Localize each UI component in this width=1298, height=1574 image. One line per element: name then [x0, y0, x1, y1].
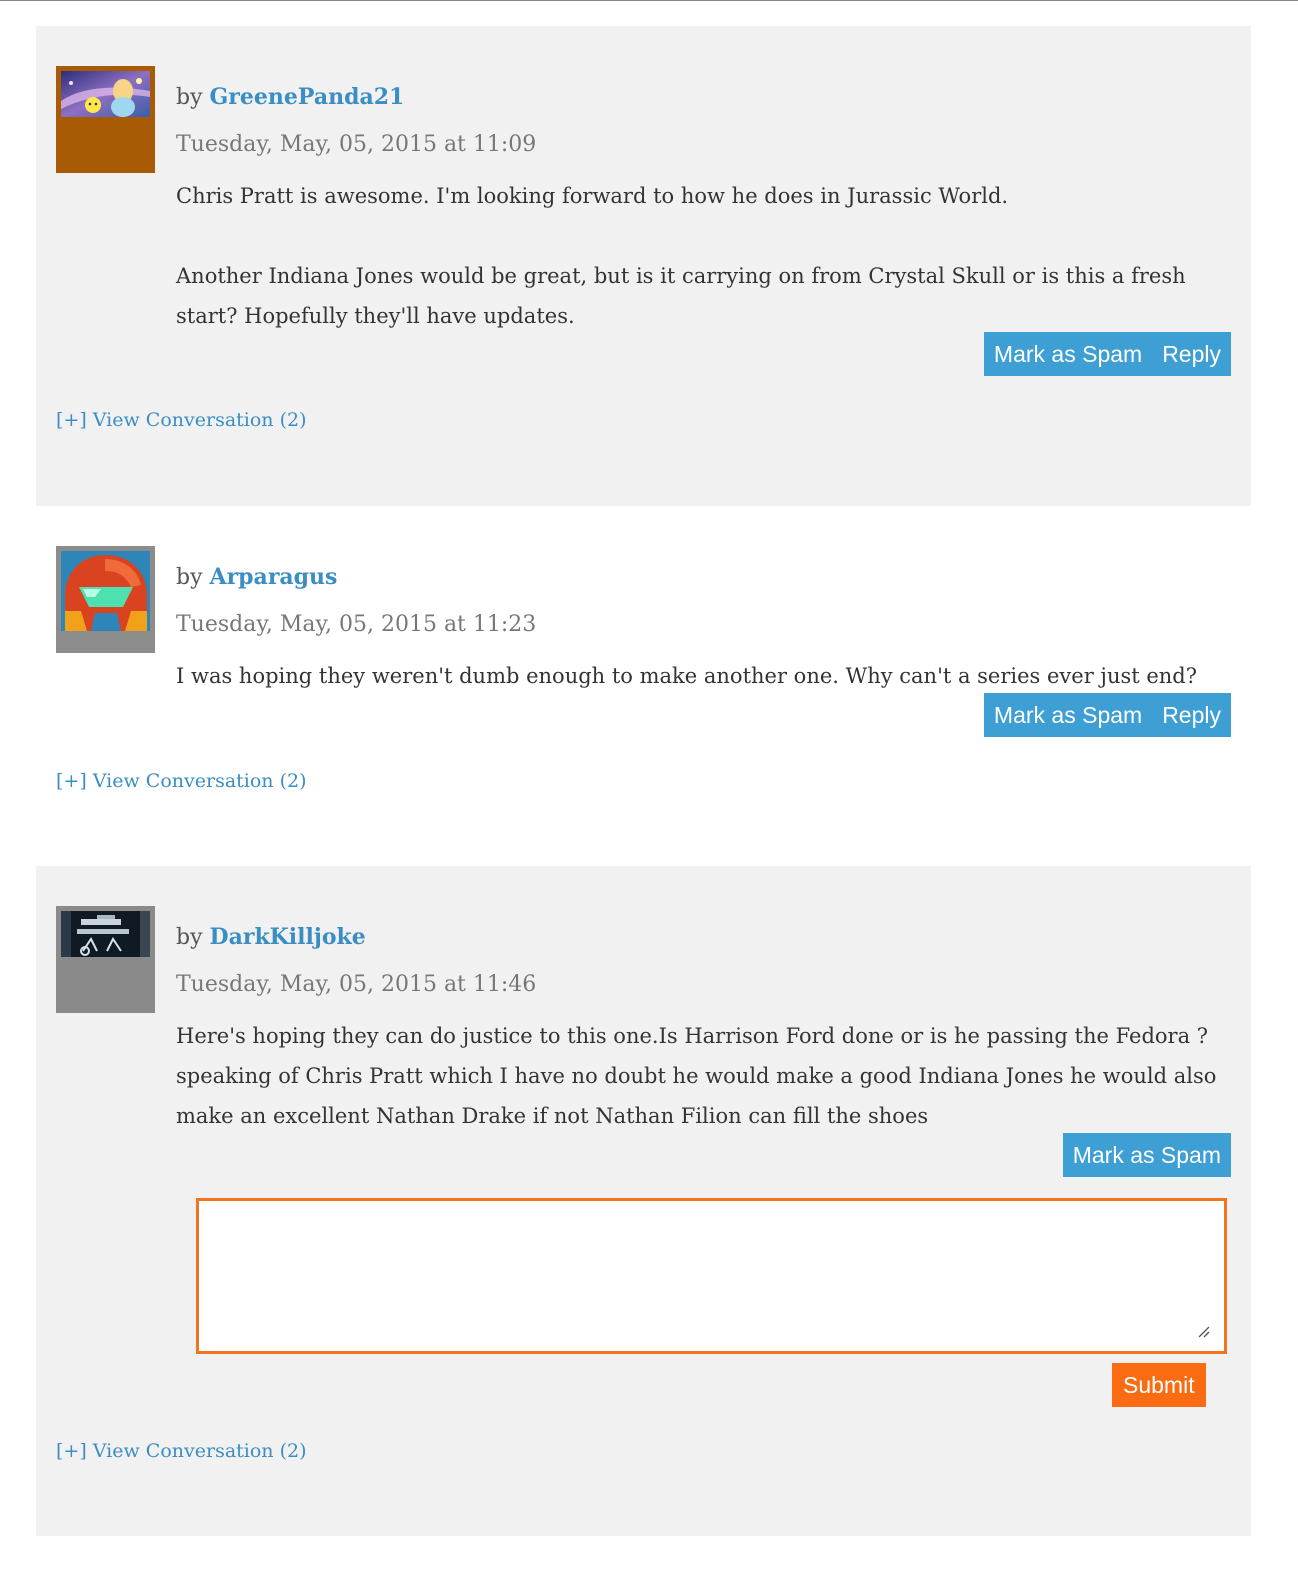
- view-conversation-link[interactable]: [+] View Conversation (2): [56, 770, 307, 792]
- submit-button[interactable]: Submit: [1112, 1363, 1206, 1407]
- comment-paragraph: I was hoping they weren't dumb enough to…: [176, 664, 1198, 688]
- comment-item: by GreenePanda21 Tuesday, May, 05, 2015 …: [36, 26, 1251, 506]
- comment-byline: by DarkKilljoke: [176, 924, 366, 950]
- comment-paragraph: Another Indiana Jones would be great, bu…: [176, 264, 1186, 328]
- avatar-image: [61, 71, 150, 117]
- author-link[interactable]: GreenePanda21: [210, 84, 405, 110]
- comment-actions: Mark as Spam Reply: [983, 693, 1231, 737]
- reply-button[interactable]: Reply: [1162, 341, 1221, 368]
- comment-date: Tuesday, May, 05, 2015 at 11:46: [176, 972, 537, 997]
- view-conversation-link[interactable]: [+] View Conversation (2): [56, 1440, 307, 1462]
- comment-byline: by GreenePanda21: [176, 84, 404, 110]
- avatar[interactable]: [56, 546, 155, 653]
- resize-handle-icon[interactable]: [1196, 1324, 1210, 1338]
- comment-actions: Mark as Spam: [1062, 1133, 1231, 1177]
- comment-byline: by Arparagus: [176, 564, 337, 590]
- top-divider: [0, 0, 1298, 1]
- mark-as-spam-button[interactable]: Mark as Spam: [1073, 1142, 1221, 1169]
- author-link[interactable]: Arparagus: [210, 564, 338, 590]
- comment-item: by DarkKilljoke Tuesday, May, 05, 2015 a…: [36, 866, 1251, 1536]
- comment-paragraph: Chris Pratt is awesome. I'm looking forw…: [176, 184, 1009, 208]
- comment-date: Tuesday, May, 05, 2015 at 11:09: [176, 132, 537, 157]
- comment-paragraph: Here's hoping they can do justice to thi…: [176, 1024, 1217, 1128]
- comment-actions: Mark as Spam Reply: [983, 332, 1231, 376]
- author-link[interactable]: DarkKilljoke: [210, 924, 366, 950]
- reply-textarea[interactable]: [196, 1198, 1227, 1354]
- reply-button[interactable]: Reply: [1162, 702, 1221, 729]
- comment-body: Chris Pratt is awesome. I'm looking forw…: [176, 176, 1236, 336]
- by-prefix: by: [176, 925, 210, 950]
- avatar-image: [61, 911, 150, 957]
- comment-date: Tuesday, May, 05, 2015 at 11:23: [176, 612, 537, 637]
- comment-item: by Arparagus Tuesday, May, 05, 2015 at 1…: [36, 506, 1251, 866]
- avatar[interactable]: [56, 906, 155, 1013]
- comment-body: Here's hoping they can do justice to thi…: [176, 1016, 1236, 1136]
- mark-as-spam-button[interactable]: Mark as Spam: [994, 341, 1142, 368]
- by-prefix: by: [176, 85, 210, 110]
- view-conversation-link[interactable]: [+] View Conversation (2): [56, 409, 307, 431]
- avatar[interactable]: [56, 66, 155, 173]
- avatar-image: [61, 551, 150, 631]
- comment-body: I was hoping they weren't dumb enough to…: [176, 656, 1236, 696]
- mark-as-spam-button[interactable]: Mark as Spam: [994, 702, 1142, 729]
- by-prefix: by: [176, 565, 210, 590]
